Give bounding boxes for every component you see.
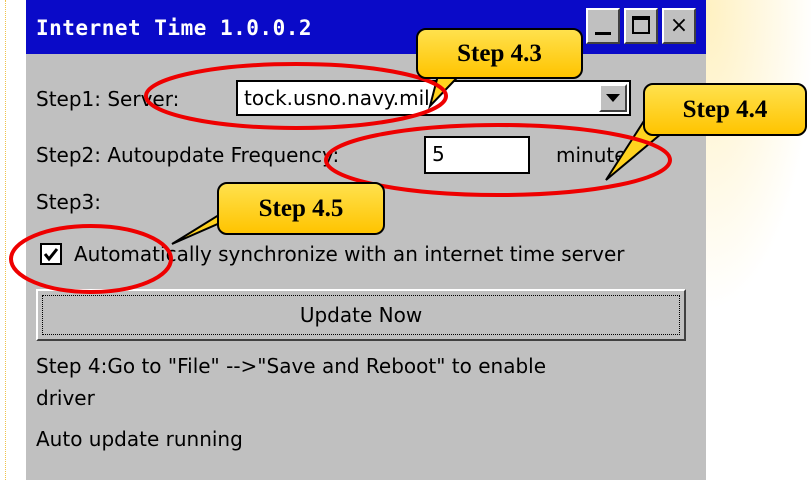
annotation-overlay xyxy=(9,59,694,294)
callout-step-4-5: Step 4.5 xyxy=(217,182,385,235)
highlight-ring-server xyxy=(144,62,448,130)
highlight-ring-checkbox xyxy=(9,224,173,294)
callout-step-4-3: Step 4.3 xyxy=(416,28,583,79)
callout-step-4-4: Step 4.4 xyxy=(643,83,807,136)
